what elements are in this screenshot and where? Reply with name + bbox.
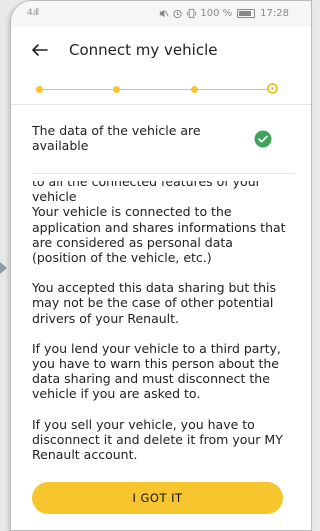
side-pointer (0, 262, 7, 274)
step-1-dot (36, 86, 43, 93)
status-text: The data of the vehicle are available (32, 123, 201, 153)
phone-screen: 4.ıll 100 % 17:28 Connect my vehicle The… (10, 0, 312, 531)
info-scroll-area[interactable]: to all the connected features of your ve… (11, 181, 311, 477)
step-2-dot (113, 86, 120, 93)
paragraph-sell-vehicle: If you sell your vehicle, you have to di… (32, 416, 283, 463)
signal-icon: 4.ıll (27, 8, 39, 18)
divider (32, 173, 294, 174)
arrow-left-icon[interactable] (26, 36, 54, 64)
got-it-button[interactable]: I GOT IT (32, 482, 283, 514)
progress-stepper (11, 73, 311, 101)
alarm-icon (173, 9, 183, 19)
vibrate-icon (187, 8, 197, 19)
battery-level: 100 % (200, 8, 233, 19)
info-text: to all the connected features of your ve… (32, 181, 288, 477)
divider (11, 104, 311, 105)
app-bar: Connect my vehicle (11, 27, 311, 73)
paragraph-connection: to all the connected features of your ve… (32, 181, 286, 266)
paragraph-lend-vehicle: If you lend your vehicle to a third part… (32, 340, 281, 402)
page-title: Connect my vehicle (69, 41, 218, 59)
stepper-line (39, 89, 275, 90)
step-4-dot (267, 83, 278, 94)
paragraph-other-drivers: You accepted this data sharing but this … (32, 280, 277, 326)
check-circle-icon (254, 130, 272, 148)
vehicle-data-status: The data of the vehicle are available (11, 113, 311, 169)
status-bar: 4.ıll 100 % 17:28 (11, 1, 311, 27)
clock: 17:28 (260, 8, 289, 19)
status-icons: 100 % 17:28 (158, 8, 289, 19)
battery-icon (237, 9, 256, 18)
mute-icon (160, 9, 169, 18)
step-3-dot (191, 86, 198, 93)
